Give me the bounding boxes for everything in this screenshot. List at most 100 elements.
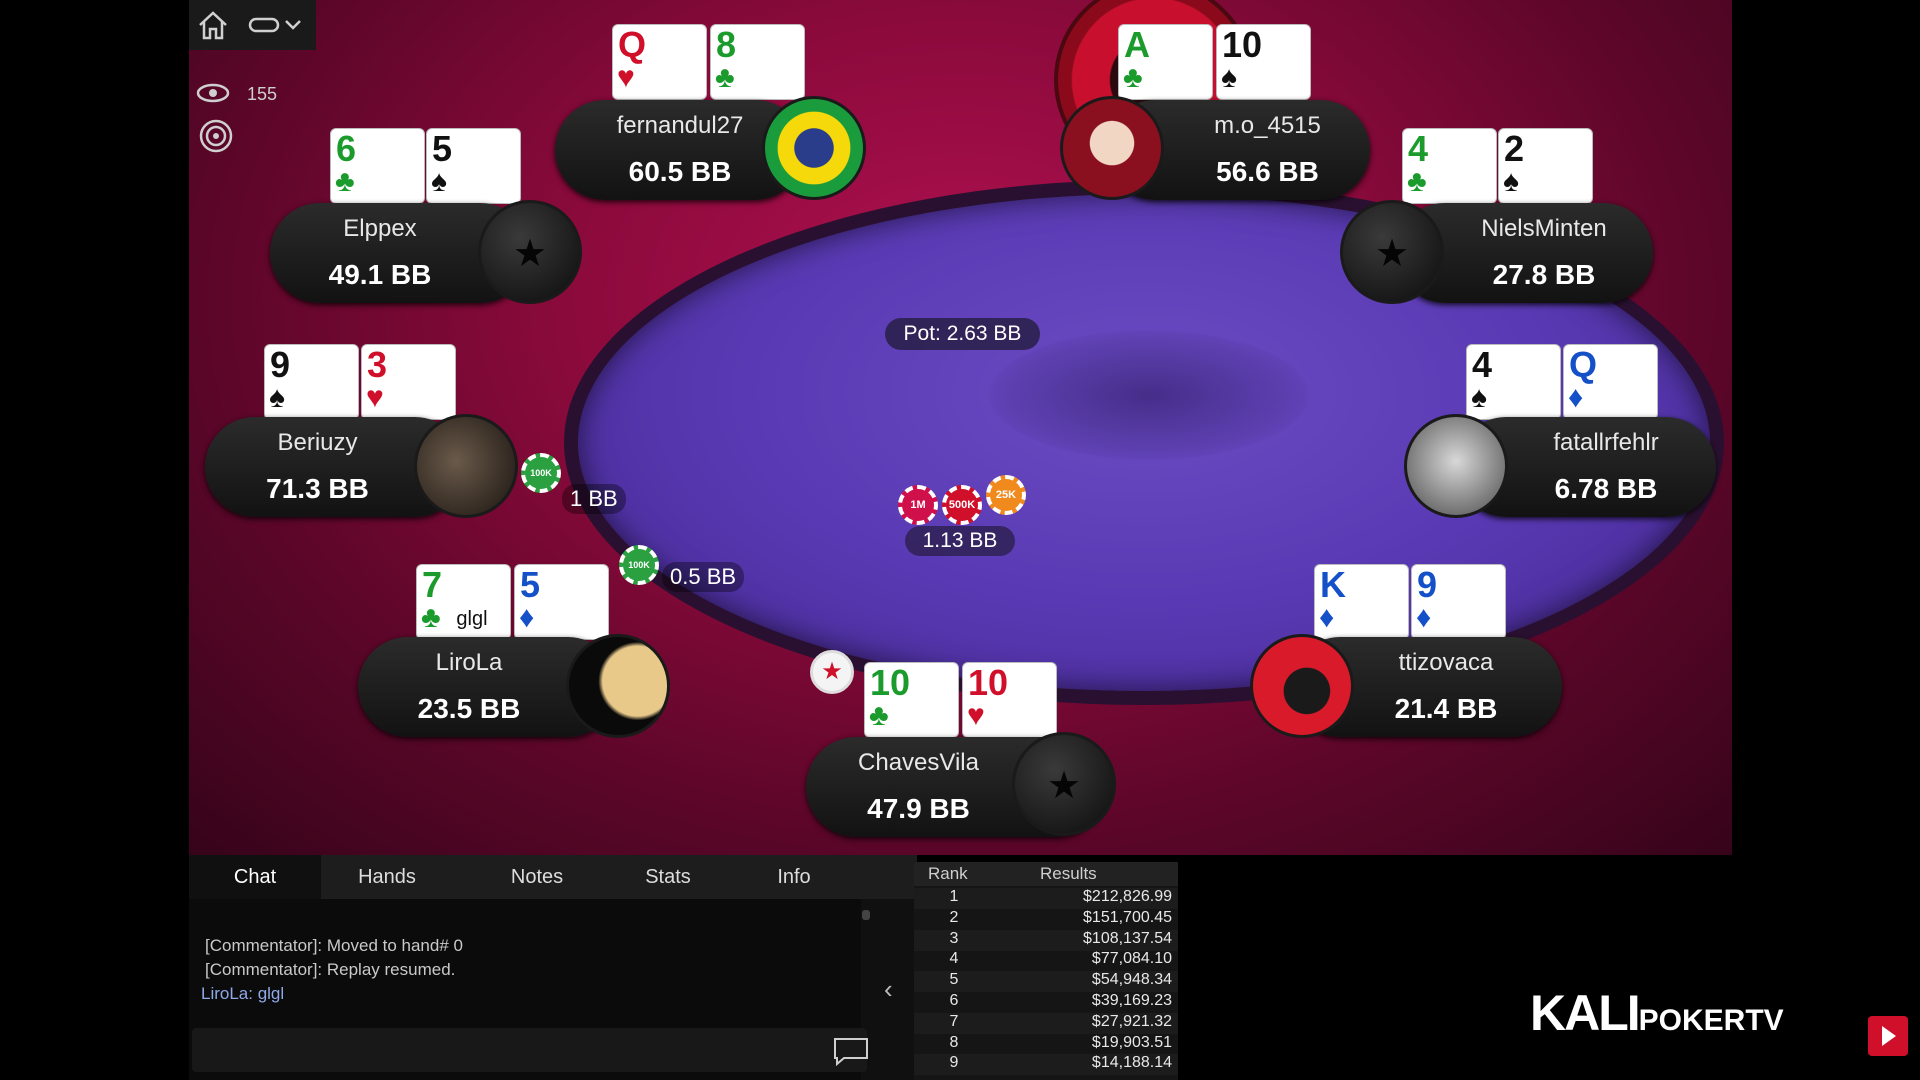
result-rank: 8 (949, 1033, 959, 1051)
spectator-count: 155 (247, 84, 278, 104)
target-icon[interactable] (198, 118, 234, 159)
results-row: 9 $14,188.14 (914, 1054, 1178, 1076)
bet-amount-lirola: 0.5 BB (662, 562, 745, 592)
card: 4 ♣ (1402, 128, 1497, 204)
player-stack: 23.5 BB (417, 693, 521, 724)
player-stack: 21.4 BB (1394, 693, 1498, 724)
chat-scrollbar[interactable] (862, 910, 870, 920)
result-value: $77,084.10 (1091, 950, 1172, 968)
chat-input-field[interactable] (192, 1028, 867, 1072)
result-value: $39,169.23 (1091, 992, 1172, 1009)
avatar-photo (414, 414, 518, 518)
player-name: ttizovaca (1398, 649, 1494, 676)
tab-hands[interactable]: Hands (321, 855, 453, 899)
player-stack: 27.8 BB (1492, 259, 1596, 290)
result-value: $212,826.99 (1083, 888, 1172, 905)
player-name: Elppex (343, 215, 417, 242)
card: 3 ♥ (361, 344, 456, 420)
bet-amount-beriuzy: 1 BB (562, 484, 626, 514)
results-row: 7 $27,921.32 (914, 1012, 1178, 1034)
chat-message: [Commentator]: Replay resumed. (205, 960, 456, 979)
player-name: ChavesVila (858, 749, 979, 776)
tab-notes[interactable]: Notes (471, 855, 603, 899)
result-value: $19,903.51 (1091, 1033, 1172, 1051)
avatar-photo (1404, 414, 1508, 518)
eye-icon[interactable] (196, 82, 230, 109)
avatar-mask (1060, 96, 1164, 200)
result-value: $151,700.45 (1083, 908, 1172, 926)
card: 9 ♠ (264, 344, 359, 420)
result-rank: 4 (949, 950, 959, 968)
rank-header: Rank (928, 864, 968, 883)
card: 5 ♠ (426, 128, 521, 204)
chip-25k: 25K (986, 475, 1026, 515)
avatar-moon (566, 634, 670, 738)
chip-1m: 1M (898, 485, 938, 525)
avatar-red-cap (1250, 634, 1354, 738)
avatar-default (1340, 200, 1444, 304)
card: 5 ♦ (514, 564, 609, 640)
panel-tabs: Chat Hands Notes Stats Info (189, 855, 917, 899)
card: 10 ♠ (1216, 24, 1311, 100)
avatar-default (478, 200, 582, 304)
avatar-default (1012, 732, 1116, 836)
player-name: fatallrfehlr (1553, 429, 1659, 456)
chat-bubble-icon[interactable] (832, 1036, 870, 1071)
result-rank: 6 (949, 992, 959, 1009)
tab-chat[interactable]: Chat (189, 855, 321, 899)
player-name: NielsMinten (1481, 215, 1607, 242)
result-rank: 2 (949, 908, 959, 926)
tab-stats[interactable]: Stats (613, 855, 723, 899)
tab-info[interactable]: Info (739, 855, 849, 899)
chat-bubble: glgl (444, 604, 500, 634)
chip-500k: 500K (942, 485, 982, 525)
avatar-flag-brazil (762, 96, 866, 200)
result-value: $14,188.14 (1091, 1054, 1172, 1072)
player-name: m.o_4515 (1214, 112, 1321, 139)
dropdown-icon[interactable] (248, 14, 308, 41)
player-stack: 56.6 BB (1216, 156, 1319, 187)
chat-message: LiroLa: glgl (201, 984, 285, 1003)
card: 8 ♣ (710, 24, 805, 100)
card: 2 ♠ (1498, 128, 1593, 204)
result-rank: 7 (949, 1012, 959, 1030)
pot-label: Pot: 2.63 BB (885, 318, 1040, 350)
home-icon[interactable] (196, 8, 230, 47)
collapse-chevron-icon[interactable]: ‹ (884, 974, 893, 1005)
card: Q ♥ (612, 24, 707, 100)
player-stack: 47.9 BB (867, 793, 970, 824)
card: Q ♦ (1563, 344, 1658, 420)
results-row: 4 $77,084.10 (914, 950, 1178, 971)
card: 10 ♣ (864, 662, 959, 738)
result-rank: 9 (949, 1054, 959, 1072)
result-rank: 3 (949, 929, 959, 947)
dealer-button-icon: ★ (810, 650, 854, 694)
player-stack: 71.3 BB (266, 473, 369, 504)
results-row: 6 $39,169.23 (914, 992, 1178, 1013)
player-stack: 6.78 BB (1554, 473, 1658, 504)
player-name: LiroLa (435, 649, 503, 676)
result-value: $54,948.34 (1091, 971, 1172, 989)
results-row: 3 $108,137.54 (914, 929, 1178, 951)
result-rank: 5 (949, 971, 959, 989)
play-icon[interactable] (1868, 1016, 1908, 1056)
results-row: 1 $212,826.99 (914, 888, 1178, 909)
chip-100k: 100K (521, 453, 561, 493)
center-bet-label: 1.13 BB (905, 526, 1015, 556)
result-value: $108,137.54 (1083, 929, 1172, 947)
results-row: 5 $54,948.34 (914, 971, 1178, 993)
card: A ♣ (1118, 24, 1213, 100)
card: 4 ♠ (1466, 344, 1561, 420)
results-header-label: Results (1040, 864, 1097, 883)
card: 6 ♣ (330, 128, 425, 204)
player-name: Beriuzy (277, 429, 358, 456)
chip-100k: 100K (619, 545, 659, 585)
card: 9 ♦ (1411, 564, 1506, 640)
card: K ♦ (1314, 564, 1409, 640)
result-value: $27,921.32 (1091, 1012, 1172, 1030)
results-header: Rank Results (914, 862, 1178, 886)
results-table: Rank Results 1 $212,826.99 2 $151,700.45 3 $1… (914, 862, 1178, 1080)
player-stack: 49.1 BB (328, 259, 432, 290)
table-center-logo (989, 330, 1309, 460)
results-row: 2 $151,700.45 (914, 909, 1178, 930)
